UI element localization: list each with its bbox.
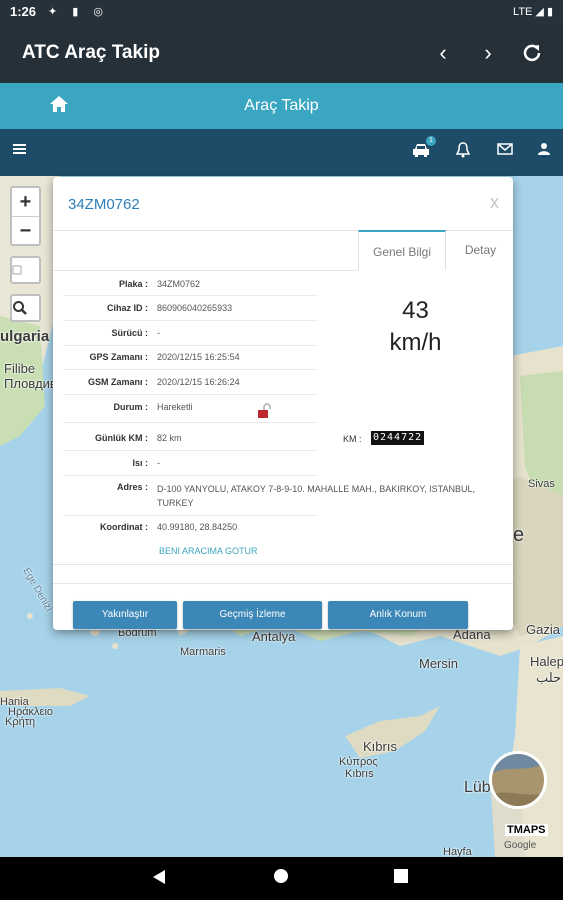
field-value: D-100 YANYOLU, ATAKOY 7-8-9-10. MAHALLE …: [157, 484, 475, 508]
car-icon[interactable]: 1: [412, 136, 436, 162]
chevron-right-icon[interactable]: ›: [473, 38, 503, 68]
map-label-filibe: Filibe: [4, 361, 36, 376]
live-location-button[interactable]: Anlık Konum: [328, 601, 468, 629]
field-value: 82 km: [157, 433, 182, 443]
map-label-marmaris: Marmaris: [180, 646, 226, 658]
lock-icon: [258, 403, 272, 419]
map-label-mersin: Mersin: [419, 656, 459, 671]
zoom-in-button[interactable]: +: [12, 188, 39, 216]
tab-genel-bilgi[interactable]: Genel Bilgi: [358, 230, 446, 270]
go-to-vehicle-link[interactable]: BENI ARACIMA GOTUR: [159, 546, 258, 556]
field-label: Plaka :: [118, 279, 148, 289]
field-label: Durum :: [113, 402, 149, 412]
map-label-kriti: Κρήτη: [5, 716, 36, 728]
chevron-left-icon[interactable]: ‹: [428, 38, 458, 68]
dialog-title: 34ZM0762: [68, 196, 140, 213]
field-value: Hareketli: [157, 402, 193, 412]
status-network: LTE ◢ ▮: [513, 6, 553, 18]
tab-underline: [53, 270, 358, 271]
app-title: ATC Araç Takip: [22, 42, 160, 63]
bell-icon[interactable]: [455, 142, 476, 162]
map-label-hania: Hania: [0, 696, 29, 708]
mail-icon[interactable]: [497, 142, 517, 162]
dialog-divider: [53, 583, 513, 584]
row-divider: [63, 295, 318, 296]
map-attribution: Google: [504, 840, 537, 851]
home-nav-icon[interactable]: [273, 868, 295, 890]
menu-icon[interactable]: [13, 142, 33, 162]
speed-unit: km/h: [389, 329, 442, 356]
field-label: GSM Zamanı :: [87, 377, 148, 387]
field-value: 34ZM0762: [157, 279, 201, 289]
field-label: Günlük KM :: [95, 433, 148, 443]
row-divider: [63, 515, 318, 516]
app-bar: ATC Araç Takip ‹ ›: [0, 24, 563, 83]
page-title: Araç Takip: [244, 97, 319, 114]
map-label-plovdiv: Пловдив: [4, 376, 57, 391]
user-icon[interactable]: [537, 142, 557, 162]
odometer-label: KM :: [343, 434, 362, 444]
fullscreen-icon: [12, 265, 22, 275]
row-divider: [63, 345, 318, 346]
map-label-e: e: [513, 524, 525, 546]
map-label-sivas: Sivas: [528, 478, 555, 490]
field-label: Adres :: [116, 482, 148, 492]
map-label-lub: Lüb: [464, 779, 491, 796]
tab-detay[interactable]: Detay: [448, 230, 513, 270]
field-label: Sürücü :: [111, 328, 148, 338]
search-icon: [13, 301, 27, 315]
zoom-to-button[interactable]: Yakınlaştır: [73, 601, 177, 629]
row-divider: [63, 320, 318, 321]
field-label: GPS Zamanı :: [89, 352, 148, 362]
fullscreen-button[interactable]: [10, 256, 41, 284]
field-label: Cihaz ID :: [106, 303, 148, 313]
dialog-divider: [53, 564, 513, 565]
row-divider: [63, 369, 318, 370]
row-divider: [63, 475, 318, 476]
row-divider: [63, 422, 318, 423]
back-icon[interactable]: [151, 868, 173, 890]
speed-value: 43: [402, 297, 429, 324]
field-value: 2020/12/15 16:26:24: [157, 377, 240, 387]
satellite-thumbnail-icon: [492, 754, 544, 806]
map-label-kibris-gr: Κύπρος: [339, 756, 378, 768]
map-search-button[interactable]: [10, 294, 41, 322]
row-divider: [63, 394, 318, 395]
field-label: Koordinat :: [100, 522, 148, 532]
history-button[interactable]: Geçmiş İzleme: [183, 601, 322, 629]
vehicle-count-badge: 1: [426, 136, 436, 146]
map-label-hayfa: Hayfa: [443, 846, 472, 857]
recents-icon[interactable]: [393, 868, 415, 890]
close-icon[interactable]: x: [490, 192, 499, 213]
row-divider: [63, 450, 318, 451]
odometer-value: 0244722: [371, 431, 425, 445]
map-label-halep: Halep: [530, 654, 563, 669]
map-label-kibris: Kıbrıs: [363, 739, 397, 754]
vehicle-info-dialog: 34ZM0762 x Genel Bilgi Detay Plaka : 34Z…: [53, 177, 513, 630]
speed-display: 43 km/h: [373, 295, 458, 359]
toolbar: 1: [0, 129, 563, 176]
map-label-bulgaria: ulgaria: [0, 328, 50, 345]
map-label-antalya: Antalya: [252, 629, 296, 644]
field-value: -: [157, 458, 160, 468]
refresh-icon[interactable]: [517, 38, 547, 68]
field-label: Isı :: [132, 458, 148, 468]
notification-icons: ✦ ▮ ◎: [48, 6, 109, 18]
field-value: 40.99180, 28.84250: [157, 522, 238, 532]
zoom-out-button[interactable]: −: [12, 216, 39, 244]
map-label-gazia: Gazia: [526, 622, 560, 637]
status-bar: 1:26 ✦ ▮ ◎ LTE ◢ ▮: [0, 0, 563, 24]
map-provider-logo: TMAPS: [505, 824, 548, 836]
map-label-halep-ar: حلب: [536, 670, 562, 685]
system-nav-bar: [0, 857, 563, 900]
page-header: Araç Takip: [0, 83, 563, 129]
map-label-kibris-tr: Kıbrıs: [345, 768, 374, 780]
zoom-control: + −: [10, 186, 41, 246]
status-time: 1:26: [10, 4, 37, 19]
satellite-toggle[interactable]: [489, 751, 547, 809]
